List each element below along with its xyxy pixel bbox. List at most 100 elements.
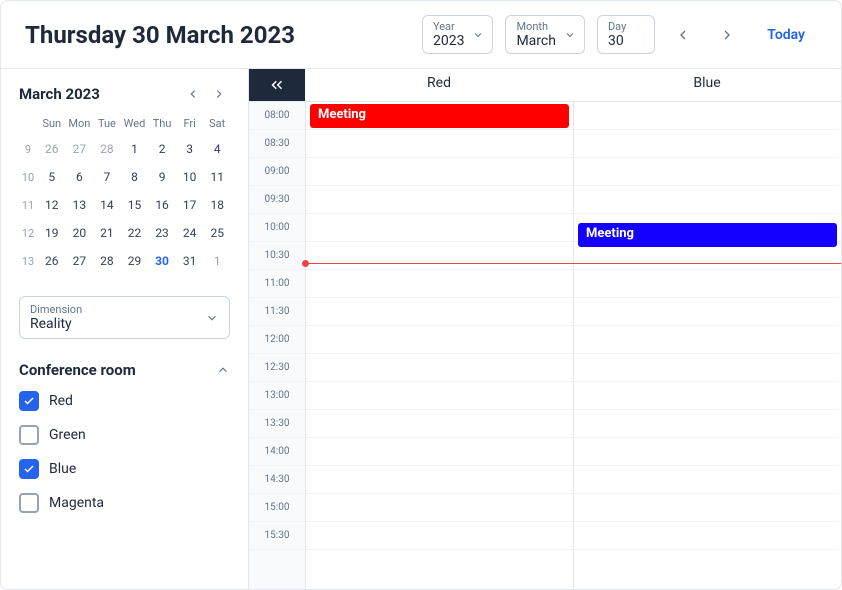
mini-day[interactable]: 17 (177, 192, 203, 218)
checkbox[interactable] (19, 459, 39, 479)
time-slot[interactable] (306, 494, 573, 522)
time-slot[interactable] (574, 438, 841, 466)
mini-day[interactable]: 19 (39, 220, 65, 246)
time-slot[interactable] (574, 410, 841, 438)
time-slot[interactable] (306, 186, 573, 214)
mini-day[interactable]: 2 (149, 136, 175, 162)
mini-day[interactable]: 16 (149, 192, 175, 218)
mini-day[interactable]: 18 (204, 192, 230, 218)
mini-day[interactable]: 7 (94, 164, 120, 190)
dow-label: Sat (204, 113, 230, 134)
mini-day[interactable]: 29 (122, 248, 148, 274)
time-slot[interactable] (574, 102, 841, 130)
mini-day[interactable]: 31 (177, 248, 203, 274)
mini-day[interactable]: 24 (177, 220, 203, 246)
dimension-select[interactable]: Dimension Reality (19, 296, 230, 339)
room-label: Red (49, 393, 73, 409)
prev-button[interactable] (667, 19, 699, 51)
day-picker[interactable]: Day 30 (597, 15, 655, 54)
time-slot[interactable] (306, 158, 573, 186)
room-option[interactable]: Blue (19, 459, 230, 479)
mini-day[interactable]: 6 (67, 164, 93, 190)
checkbox[interactable] (19, 493, 39, 513)
week-number: 10 (19, 164, 37, 190)
mini-day[interactable]: 27 (67, 136, 93, 162)
mini-day[interactable]: 26 (39, 136, 65, 162)
time-slot[interactable] (574, 494, 841, 522)
time-slot[interactable] (574, 186, 841, 214)
mini-day[interactable]: 1 (122, 136, 148, 162)
room-option[interactable]: Magenta (19, 493, 230, 513)
sidebar: March 2023 SunMonTueWedThuFriSat92627281… (1, 69, 249, 589)
mini-day[interactable]: 21 (94, 220, 120, 246)
mini-day[interactable]: 3 (177, 136, 203, 162)
mini-day[interactable]: 14 (94, 192, 120, 218)
mini-day[interactable]: 27 (67, 248, 93, 274)
mini-day[interactable]: 10 (177, 164, 203, 190)
time-slot[interactable] (574, 466, 841, 494)
mini-day[interactable]: 28 (94, 136, 120, 162)
mini-next-button[interactable] (208, 85, 230, 103)
month-picker[interactable]: Month March (505, 15, 585, 54)
current-time-indicator (305, 263, 841, 264)
time-label: 14:30 (249, 466, 305, 494)
time-slot[interactable] (306, 270, 573, 298)
time-label: 12:00 (249, 326, 305, 354)
time-slot[interactable] (574, 298, 841, 326)
mini-day[interactable]: 4 (204, 136, 230, 162)
week-number: 13 (19, 248, 37, 274)
time-slot[interactable] (306, 130, 573, 158)
event[interactable]: Meeting (578, 223, 837, 247)
checkbox[interactable] (19, 425, 39, 445)
time-label: 09:00 (249, 158, 305, 186)
collapse-sidebar-button[interactable] (249, 69, 305, 101)
time-slot[interactable] (574, 130, 841, 158)
mini-day[interactable]: 26 (39, 248, 65, 274)
mini-day[interactable]: 5 (39, 164, 65, 190)
month-picker-label: Month (516, 20, 556, 33)
time-slot[interactable] (574, 382, 841, 410)
mini-day[interactable]: 8 (122, 164, 148, 190)
schedule-columns-header: RedBlue (249, 69, 841, 102)
room-option[interactable]: Red (19, 391, 230, 411)
mini-day[interactable]: 15 (122, 192, 148, 218)
time-slot[interactable] (306, 214, 573, 242)
room-option[interactable]: Green (19, 425, 230, 445)
time-slot[interactable] (574, 270, 841, 298)
time-slot[interactable] (574, 522, 841, 550)
next-button[interactable] (711, 19, 743, 51)
mini-day[interactable]: 22 (122, 220, 148, 246)
event[interactable]: Meeting (310, 104, 569, 128)
time-slot[interactable] (306, 466, 573, 494)
time-slot[interactable] (574, 158, 841, 186)
mini-day[interactable]: 9 (149, 164, 175, 190)
lane[interactable]: Meeting (305, 102, 573, 589)
mini-day[interactable]: 12 (39, 192, 65, 218)
time-slot[interactable] (574, 326, 841, 354)
mini-day[interactable]: 23 (149, 220, 175, 246)
today-button[interactable]: Today (755, 21, 817, 49)
mini-day[interactable]: 11 (204, 164, 230, 190)
time-slot[interactable] (306, 410, 573, 438)
mini-day[interactable]: 20 (67, 220, 93, 246)
rooms-section-toggle[interactable]: Conference room (19, 361, 230, 379)
year-picker[interactable]: Year 2023 (422, 15, 493, 54)
mini-prev-button[interactable] (182, 85, 204, 103)
time-slot[interactable] (306, 298, 573, 326)
time-label: 11:00 (249, 270, 305, 298)
mini-day[interactable]: 25 (204, 220, 230, 246)
mini-day[interactable]: 1 (204, 248, 230, 274)
chevron-up-icon (216, 363, 230, 377)
lane[interactable]: Meeting (573, 102, 841, 589)
time-slot[interactable] (306, 242, 573, 270)
mini-day[interactable]: 30 (149, 248, 175, 274)
mini-day[interactable]: 28 (94, 248, 120, 274)
time-slot[interactable] (306, 326, 573, 354)
time-slot[interactable] (574, 354, 841, 382)
checkbox[interactable] (19, 391, 39, 411)
time-slot[interactable] (306, 438, 573, 466)
time-slot[interactable] (306, 522, 573, 550)
mini-day[interactable]: 13 (67, 192, 93, 218)
time-slot[interactable] (306, 382, 573, 410)
time-slot[interactable] (306, 354, 573, 382)
